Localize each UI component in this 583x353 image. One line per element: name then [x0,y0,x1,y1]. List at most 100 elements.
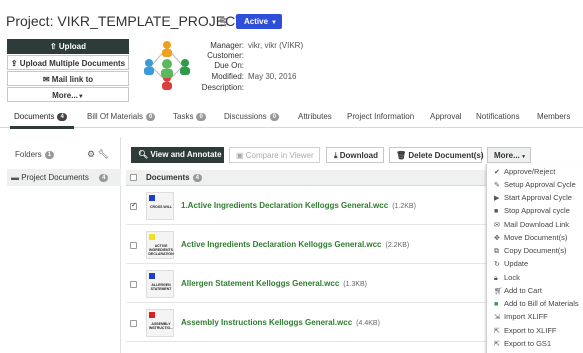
menu-item-lock[interactable]: 🔒︎ Lock [494,273,520,283]
folder-icon: ▬ [11,173,19,182]
menu-item-label: Copy Document(s) [504,246,567,255]
thumbnail-text: ALLERGEN STATEMENT [150,283,172,291]
cart-icon[interactable]: 🛒︎ [218,17,231,28]
document-thumbnail[interactable]: ACTIVE INGREDIENTS DECLARATION [146,231,174,259]
menu-item-label: Update [504,259,529,268]
document-row[interactable]: CROSS WILL 1.Active Ingredients Declarat… [126,187,486,225]
manager-value: vikr, vikr (VIKR) [248,41,304,50]
menu-item-copy-documents[interactable]: ⧉ Copy Document(s) [494,246,567,256]
upload-label: Upload [58,42,87,51]
row-checkbox[interactable] [130,201,137,210]
mail-icon: ✉ [42,75,52,84]
document-name: Active Ingredients Declaration Kelloggs … [181,240,382,249]
documents-list-header: Documents 4 [126,170,486,186]
delete-documents-button[interactable]: 🗑︎ Delete Document(s) [389,147,484,163]
tab-approval[interactable]: Approval [430,112,462,121]
upload-multiple-button[interactable]: ⇪ Upload Multiple Documents [7,55,129,70]
document-link[interactable]: 1.Active Ingredients Declaration Kellogg… [181,201,416,210]
mail-link-label: Mail link to [51,75,94,84]
document-row[interactable]: ALLERGEN STATEMENT Allergen Statement Ke… [126,265,486,303]
folders-panel: Folders 1 ⚙ 🔧︎ ▬ Project Documents 4 [7,137,121,353]
menu-item-export-xliff[interactable]: ⇱ Export to XLIFF [494,326,557,335]
more-actions-button[interactable]: More...▼ [7,87,129,102]
chevron-down-icon: ▼ [271,20,277,26]
wrench-icon: ✎ [494,182,500,189]
document-link[interactable]: Allergen Statement Kelloggs General.wcc(… [181,279,367,288]
document-thumbnail[interactable]: ASSEMBLY INSTRUCTIO... [146,309,174,337]
wrench-icon[interactable]: 🔧︎ [98,149,109,159]
menu-item-label: Stop Approval cycle [504,206,570,215]
document-size: (1.2KB) [392,203,416,210]
menu-item-add-to-cart[interactable]: 🛒︎Add to Cart [494,286,542,295]
upload-multiple-label: Upload Multiple Documents [19,59,126,68]
compare-viewer-button[interactable]: ▣ Compare in Viewer [229,147,320,163]
tab-project-information[interactable]: Project Information [347,112,414,121]
view-annotate-button[interactable]: 🔍︎ View and Annotate [131,147,224,163]
lock-icon: 🔒︎ [494,275,498,282]
menu-item-label: Add to Cart [504,286,542,295]
tab-attributes[interactable]: Attributes [298,112,332,121]
status-dropdown[interactable]: Active ▼ [236,14,282,29]
menu-item-approve-reject[interactable]: ✔ Approve/Reject [494,167,555,176]
stop-icon: ■ [494,208,499,215]
tab-tasks[interactable]: Tasks 0 [173,112,206,121]
move-icon: ✥ [494,235,500,242]
menu-item-label: Setup Approval Cycle [504,180,576,189]
delete-label: Delete Document(s) [408,151,484,160]
select-all-checkbox[interactable] [130,174,137,181]
document-size: (4.4KB) [356,320,380,327]
menu-item-import-xliff[interactable]: ⇲ Import XLIFF [494,312,548,321]
tab-members[interactable]: Members [537,112,570,121]
search-icon: 🔍︎ [138,150,151,159]
menu-item-label: Approve/Reject [504,167,556,176]
menu-item-export-gs1[interactable]: ⇱ Export to GS1 [494,339,551,348]
menu-item-start-approval-cycle[interactable]: ▶ Start Approval Cycle [494,193,572,202]
menu-item-move-documents[interactable]: ✥ Move Document(s) [494,233,567,242]
menu-item-stop-approval-cycle[interactable]: ■ Stop Approval cycle [494,206,570,215]
more-toolbar-button[interactable]: More... ▼ [487,147,531,163]
mail-link-button[interactable]: ✉ Mail link to [7,71,129,86]
update-icon: ↻ [494,261,500,268]
menu-item-setup-approval-cycle[interactable]: ✎ Setup Approval Cycle [494,180,576,189]
upload-icon: ⇧ [49,42,59,51]
active-tab-indicator [10,126,74,129]
upload-button[interactable]: ⇧ Upload [7,39,129,54]
document-size: (1.3KB) [343,281,368,288]
copy-icon: ⧉ [494,248,499,255]
import-icon: ⇲ [494,314,500,321]
tabs-divider [0,127,583,128]
thumbnail-text: ACTIVE INGREDIENTS DECLARATION [148,244,174,256]
document-link[interactable]: Assembly Instructions Kelloggs General.w… [181,318,380,327]
folder-settings-icon[interactable]: ⚙ [87,149,95,159]
status-tag [149,273,155,279]
menu-item-add-to-bom[interactable]: ■ Add to Bill of Materials [494,299,579,308]
document-row[interactable]: ASSEMBLY INSTRUCTIO... Assembly Instruct… [126,304,486,342]
document-thumbnail[interactable]: CROSS WILL [146,192,174,220]
menu-item-label: Add to Bill of Materials [504,299,579,308]
more-actions-label: More... [52,91,78,100]
folder-tools: ⚙ 🔧︎ [87,149,109,160]
play-icon: ▶ [494,195,500,202]
tab-documents-count: 4 [57,113,67,121]
documents-header-label: Documents 4 [146,173,202,182]
manager-label: Manager: [210,41,244,50]
download-button[interactable]: ⤓ Download [326,147,384,163]
folder-item-project-documents[interactable]: ▬ Project Documents 4 [7,169,121,186]
row-checkbox[interactable] [130,320,137,327]
row-checkbox[interactable] [130,281,137,288]
bom-icon: ■ [494,301,499,308]
document-thumbnail[interactable]: ALLERGEN STATEMENT [146,270,174,298]
view-annotate-label: View and Annotate [150,150,222,159]
folders-title: Folders [15,150,42,159]
tab-documents-label: Documents [14,112,55,121]
menu-item-update[interactable]: ↻ Update [494,259,528,268]
tab-documents[interactable]: Documents 4 [14,112,67,121]
document-row[interactable]: ACTIVE INGREDIENTS DECLARATION Active In… [126,226,486,264]
tab-discussions[interactable]: Discussions 0 [224,112,280,121]
tab-notifications[interactable]: Notifications [476,112,520,121]
row-checkbox[interactable] [130,242,137,249]
download-label: Download [339,151,378,160]
tab-bill-of-materials[interactable]: Bill Of Materials 0 [87,112,156,121]
menu-item-mail-download-link[interactable]: ✉ Mail Download Link [494,220,569,229]
document-link[interactable]: Active Ingredients Declaration Kelloggs … [181,240,409,249]
